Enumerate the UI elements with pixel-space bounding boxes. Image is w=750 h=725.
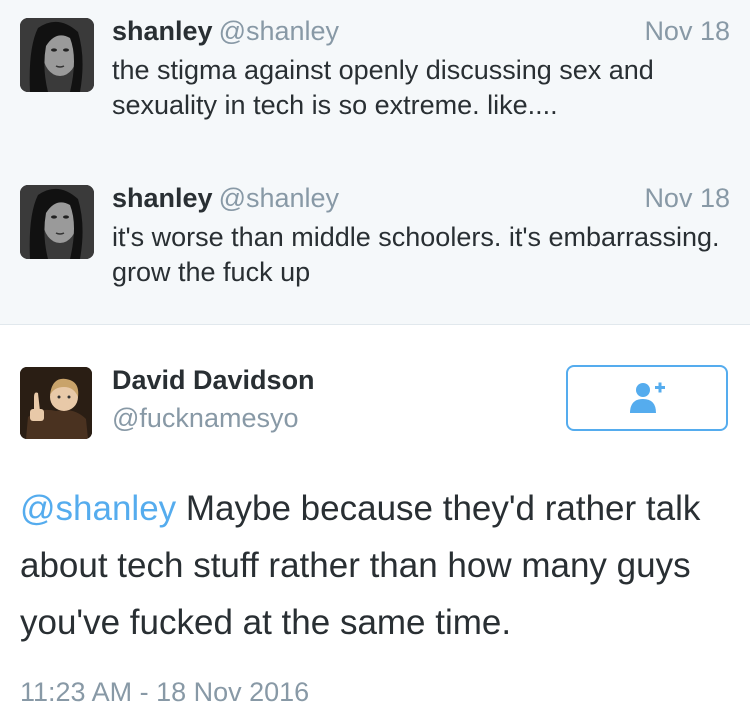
tweet-text: the stigma against openly discussing sex…	[112, 55, 654, 120]
tweet-timestamp[interactable]: 11:23 AM - 18 Nov 2016	[20, 677, 309, 708]
tweet-header: shanley @shanley Nov 18	[112, 183, 730, 219]
tweet-text: it's worse than middle schoolers. it's e…	[112, 222, 720, 287]
user-handle[interactable]: @shanley	[219, 183, 339, 213]
tweet-header: shanley @shanley Nov 18	[112, 16, 730, 52]
user-name[interactable]: shanley	[112, 16, 213, 46]
tweet-text: @shanley Maybe because they'd rather tal…	[20, 480, 740, 651]
conversation-thread: shanley @shanley Nov 18 the stigma agains…	[0, 0, 750, 325]
avatar[interactable]	[20, 185, 94, 259]
user-handle[interactable]: @fucknamesyo	[112, 403, 298, 434]
avatar[interactable]	[20, 367, 92, 439]
tweet-date[interactable]: Nov 18	[644, 183, 730, 214]
user-handle[interactable]: @shanley	[219, 16, 339, 46]
main-tweet: David Davidson @fucknamesyo @shanley May…	[0, 325, 750, 725]
mention-link[interactable]: @shanley	[20, 489, 176, 528]
thread-tweet[interactable]: shanley @shanley Nov 18 it's worse than m…	[0, 167, 750, 323]
tweet-date[interactable]: Nov 18	[644, 16, 730, 47]
add-user-icon	[630, 381, 666, 420]
user-name[interactable]: David Davidson	[112, 365, 315, 396]
user-name[interactable]: shanley	[112, 183, 213, 213]
follow-button[interactable]	[566, 365, 728, 431]
thread-tweet[interactable]: shanley @shanley Nov 18 the stigma agains…	[0, 0, 750, 162]
avatar[interactable]	[20, 18, 94, 92]
